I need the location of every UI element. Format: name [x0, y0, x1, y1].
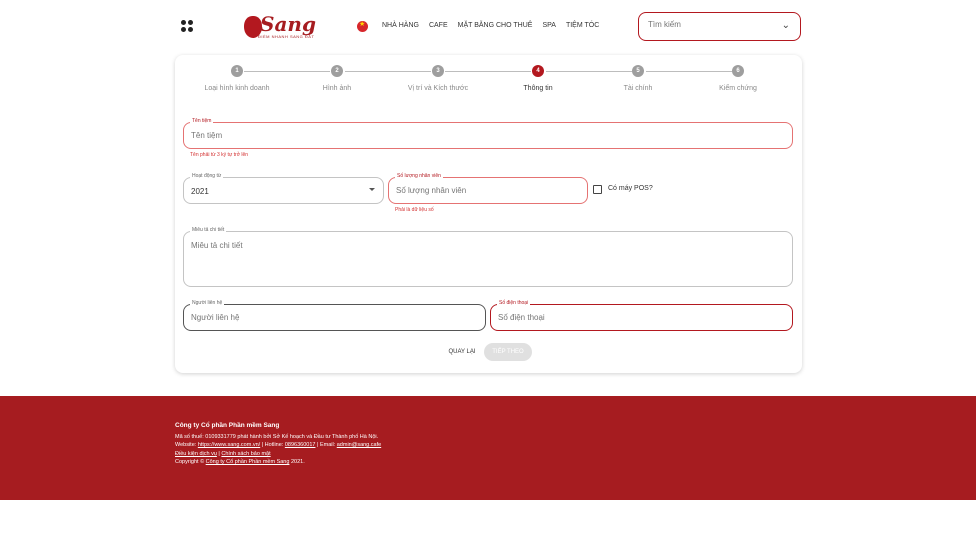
shop-name-error: Tên phải từ 3 ký tự trở lên	[190, 152, 249, 158]
step-number: 3	[432, 65, 444, 77]
search-box[interactable]: ⌄	[638, 12, 801, 41]
back-button[interactable]: QUAY LẠI	[444, 344, 480, 360]
staff-count-input[interactable]	[396, 186, 575, 195]
email-link[interactable]: admin@sang.cafe	[337, 442, 381, 448]
website-prefix: Website:	[175, 442, 198, 449]
step-4[interactable]: 4 Thông tin	[488, 65, 588, 92]
search-input[interactable]	[648, 20, 768, 29]
nav-rental[interactable]: MẶT BẰNG CHO THUÊ	[458, 22, 533, 29]
staff-count-label: Số lượng nhân viên	[395, 173, 443, 179]
shop-name-field[interactable]: Tên tiệm	[183, 118, 793, 149]
shop-name-label: Tên tiệm	[190, 118, 214, 124]
step-label: Kiểm chứng	[719, 85, 757, 92]
pos-checkbox-label[interactable]: Có máy POS?	[608, 185, 653, 192]
description-label: Miêu tả chi tiết	[190, 227, 227, 233]
description-input[interactable]	[191, 241, 739, 250]
step-label: Tài chính	[623, 85, 653, 92]
chevron-down-icon[interactable]: ⌄	[782, 20, 790, 31]
header: Sang ĐIỂM NHANH SANG ĐẮT NHÀ HÀNG CAFE M…	[0, 0, 976, 52]
next-button[interactable]: TIẾP THEO	[484, 343, 532, 361]
staff-count-error: Phải là dữ liệu số	[395, 207, 434, 213]
phone-input[interactable]	[498, 313, 769, 322]
step-number: 5	[632, 65, 644, 77]
vietnam-flag-icon[interactable]	[357, 20, 368, 32]
hotline-link[interactable]: 0896360017	[285, 442, 316, 448]
footer-content: Công ty Cổ phần Phần mềm Sang Mã số thuế…	[175, 422, 381, 467]
footer-tax: Mã số thuế: 0109331779 phát hành bởi Sở …	[175, 433, 379, 440]
privacy-link[interactable]: Chính sách bảo mật	[221, 451, 270, 457]
step-label: Loại hình kinh doanh	[204, 85, 270, 92]
step-2[interactable]: 2 Hình ảnh	[287, 65, 387, 92]
main-nav: NHÀ HÀNG CAFE MẶT BẰNG CHO THUÊ SPA TIỆM…	[382, 22, 599, 29]
logo[interactable]: Sang ĐIỂM NHANH SANG ĐẮT	[240, 10, 316, 44]
step-1[interactable]: 1 Loại hình kinh doanh	[187, 65, 287, 92]
footer-copyright: Copyright © Công ty Cổ phần Phần mềm San…	[175, 458, 381, 467]
step-3[interactable]: 3 Vị trí và Kích thước	[388, 65, 488, 92]
shop-name-input[interactable]	[191, 131, 739, 140]
step-label: Vị trí và Kích thước	[407, 85, 469, 92]
step-6[interactable]: 6 Kiểm chứng	[688, 65, 788, 92]
email-prefix: | Email:	[315, 442, 337, 449]
active-since-label: Hoạt động từ	[190, 173, 224, 179]
pos-checkbox[interactable]	[593, 185, 602, 194]
logo-tagline: ĐIỂM NHANH SANG ĐẮT	[258, 34, 315, 39]
nav-cafe[interactable]: CAFE	[429, 22, 448, 29]
active-since-select[interactable]: Hoạt động từ 2021	[183, 173, 384, 204]
footer-policy-line: Điều kiện dịch vụ | Chính sách bảo mật	[175, 450, 381, 459]
apps-grid-icon[interactable]	[181, 20, 193, 32]
nav-restaurant[interactable]: NHÀ HÀNG	[382, 22, 419, 29]
contact-input[interactable]	[191, 313, 462, 322]
footer: Công ty Cổ phần Phần mềm Sang Mã số thuế…	[0, 396, 976, 500]
step-5[interactable]: 5 Tài chính	[588, 65, 688, 92]
step-number: 1	[231, 65, 243, 77]
copyright-year: 2021.	[289, 459, 305, 466]
contact-label: Người liên hệ	[190, 300, 225, 306]
step-number: 2	[331, 65, 343, 77]
footer-contact-line: Website: https://www.sang.com.vn/ | Hotl…	[175, 441, 381, 450]
staff-count-field[interactable]: Số lượng nhân viên	[388, 173, 588, 204]
terms-link[interactable]: Điều kiện dịch vụ	[175, 451, 217, 457]
step-number: 4	[532, 65, 544, 77]
nav-salon[interactable]: TIỆM TÓC	[566, 22, 599, 29]
step-label: Thông tin	[523, 85, 553, 92]
dropdown-arrow-icon[interactable]	[369, 188, 375, 191]
hotline-prefix: | Hotline:	[260, 442, 285, 449]
logo-text: Sang	[260, 12, 316, 36]
copyright-prefix: Copyright ©	[175, 459, 206, 466]
phone-label: Số điện thoại	[497, 300, 531, 306]
nav-spa[interactable]: SPA	[542, 22, 556, 29]
active-since-value: 2021	[191, 187, 209, 196]
step-number: 6	[732, 65, 744, 77]
phone-field[interactable]: Số điện thoại	[490, 300, 793, 331]
contact-field[interactable]: Người liên hệ	[183, 300, 486, 331]
step-label: Hình ảnh	[322, 85, 352, 92]
copyright-company-link[interactable]: Công ty Cổ phần Phần mềm Sang	[206, 459, 290, 465]
website-link[interactable]: https://www.sang.com.vn/	[198, 442, 260, 448]
description-field[interactable]: Miêu tả chi tiết	[183, 227, 793, 287]
footer-company: Công ty Cổ phần Phần mềm Sang	[175, 422, 280, 429]
